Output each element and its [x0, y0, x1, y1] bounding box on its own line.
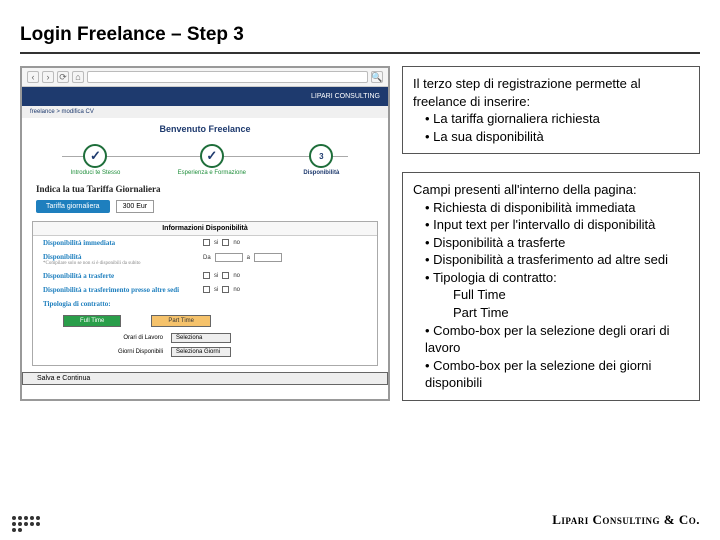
page-title: Login Freelance – Step 3 — [0, 0, 720, 52]
content: ‹ › ⟳ ⌂ 🔍 LIPARI CONSULTING freelance > … — [0, 66, 720, 401]
label-contract-type: Tipologia di contratto: — [43, 300, 203, 308]
label-availability-sub: *Compilare solo se non si è disponibili … — [43, 261, 203, 266]
box1-intro: Il terzo step di registrazione permette … — [413, 75, 689, 110]
box1-bullet-2: La sua disponibilità — [425, 128, 689, 146]
checkbox-no[interactable] — [222, 239, 229, 246]
fulltime-button[interactable]: Full Time — [63, 315, 121, 327]
box2-bullet-6: Combo-box per la selezione degli orari d… — [425, 322, 689, 357]
browser-toolbar: ‹ › ⟳ ⌂ 🔍 — [22, 68, 388, 87]
contract-buttons: Full Time Part Time — [33, 311, 377, 331]
step-1-label: Introduci te Stesso — [71, 170, 121, 176]
step-1: Introduci te Stesso — [71, 144, 121, 176]
opt-si: si — [214, 240, 218, 246]
step-2-label: Esperienza e Formazione — [178, 170, 246, 176]
label-availability: Disponibilità*Compilare solo se non si è… — [43, 253, 203, 266]
opt-no: no — [233, 240, 240, 246]
site-banner: LIPARI CONSULTING — [22, 87, 388, 106]
box2-bullet-1: Richiesta di disponibilità immediata — [425, 199, 689, 217]
footer-brand: Lipari Consulting & Co. — [552, 512, 700, 528]
description-column: Il terzo step di registrazione permette … — [402, 66, 700, 401]
welcome-heading: Benvenuto Freelance — [22, 118, 388, 140]
row-immediate: Disponibilità immediata si no — [33, 236, 377, 250]
label-hours: Orari di Lavoro — [93, 335, 163, 341]
save-button[interactable]: Salva e Continua — [22, 372, 388, 385]
step-3-number: 3 — [309, 144, 333, 168]
box2-sub-parttime: Part Time — [413, 304, 689, 322]
opt-no: no — [233, 287, 240, 293]
availability-box: Informazioni Disponibilità Disponibilità… — [32, 221, 378, 366]
forward-icon[interactable]: › — [42, 71, 54, 83]
row-hours: Orari di Lavoro Seleziona — [33, 331, 377, 345]
step-3-label: Disponibilità — [303, 170, 339, 176]
label-relocation: Disponibilità a trasferimento presso alt… — [43, 286, 203, 294]
back-icon[interactable]: ‹ — [27, 71, 39, 83]
step-3: 3 Disponibilità — [303, 144, 339, 176]
wizard-steps: Introduci te Stesso Esperienza e Formazi… — [22, 140, 388, 178]
opt-no: no — [233, 273, 240, 279]
label-da: Da — [203, 255, 211, 261]
reload-icon[interactable]: ⟳ — [57, 71, 69, 83]
label-days: Giorni Disponibili — [93, 349, 163, 355]
box-title: Informazioni Disponibilità — [33, 222, 377, 236]
opt-si: si — [214, 287, 218, 293]
footer-dots-icon — [12, 516, 40, 532]
row-contract-type: Tipologia di contratto: — [33, 297, 377, 311]
input-from[interactable] — [215, 253, 243, 262]
description-box-1: Il terzo step di registrazione permette … — [402, 66, 700, 154]
checkbox-si[interactable] — [203, 272, 210, 279]
box1-bullet-1: La tariffa giornaliera richiesta — [425, 110, 689, 128]
box2-bullet-2: Input text per l'intervallo di disponibi… — [425, 216, 689, 234]
browser-mockup: ‹ › ⟳ ⌂ 🔍 LIPARI CONSULTING freelance > … — [20, 66, 390, 401]
opt-si: si — [214, 273, 218, 279]
row-availability: Disponibilità*Compilare solo se non si è… — [33, 250, 377, 269]
checkbox-no[interactable] — [222, 286, 229, 293]
checkbox-si[interactable] — [203, 286, 210, 293]
step-2: Esperienza e Formazione — [178, 144, 246, 176]
tariff-label-button: Tariffa giornaliera — [36, 200, 110, 213]
check-icon — [83, 144, 107, 168]
tariff-heading: Indica la tua Tariffa Giornaliera — [22, 178, 388, 196]
checkbox-si[interactable] — [203, 239, 210, 246]
parttime-button[interactable]: Part Time — [151, 315, 211, 327]
box2-bullet-4: Disponibilità a trasferimento ad altre s… — [425, 251, 689, 269]
box2-intro: Campi presenti all'interno della pagina: — [413, 181, 689, 199]
row-relocation: Disponibilità a trasferimento presso alt… — [33, 283, 377, 297]
box2-bullet-5: Tipologia di contratto: — [425, 269, 689, 287]
select-days[interactable]: Seleziona Giorni — [171, 347, 231, 357]
tariff-row: Tariffa giornaliera 300 Eur — [22, 196, 388, 221]
box2-bullet-3: Disponibilità a trasferte — [425, 234, 689, 252]
url-bar[interactable] — [87, 71, 368, 83]
home-icon[interactable]: ⌂ — [72, 71, 84, 83]
search-icon[interactable]: 🔍 — [371, 71, 383, 83]
select-hours[interactable]: Seleziona — [171, 333, 231, 343]
check-icon — [200, 144, 224, 168]
box2-bullet-7: Combo-box per la selezione dei giorni di… — [425, 357, 689, 392]
label-immediate: Disponibilità immediata — [43, 239, 203, 247]
row-days: Giorni Disponibili Seleziona Giorni — [33, 345, 377, 359]
title-underline — [20, 52, 700, 54]
box2-sub-fulltime: Full Time — [413, 286, 689, 304]
tariff-input[interactable]: 300 Eur — [116, 200, 155, 213]
input-to[interactable] — [254, 253, 282, 262]
description-box-2: Campi presenti all'interno della pagina:… — [402, 172, 700, 401]
breadcrumb[interactable]: freelance > modifica CV — [22, 106, 388, 118]
row-travel: Disponibilità a trasferte si no — [33, 269, 377, 283]
label-travel: Disponibilità a trasferte — [43, 272, 203, 280]
checkbox-no[interactable] — [222, 272, 229, 279]
label-a: a — [247, 255, 250, 261]
